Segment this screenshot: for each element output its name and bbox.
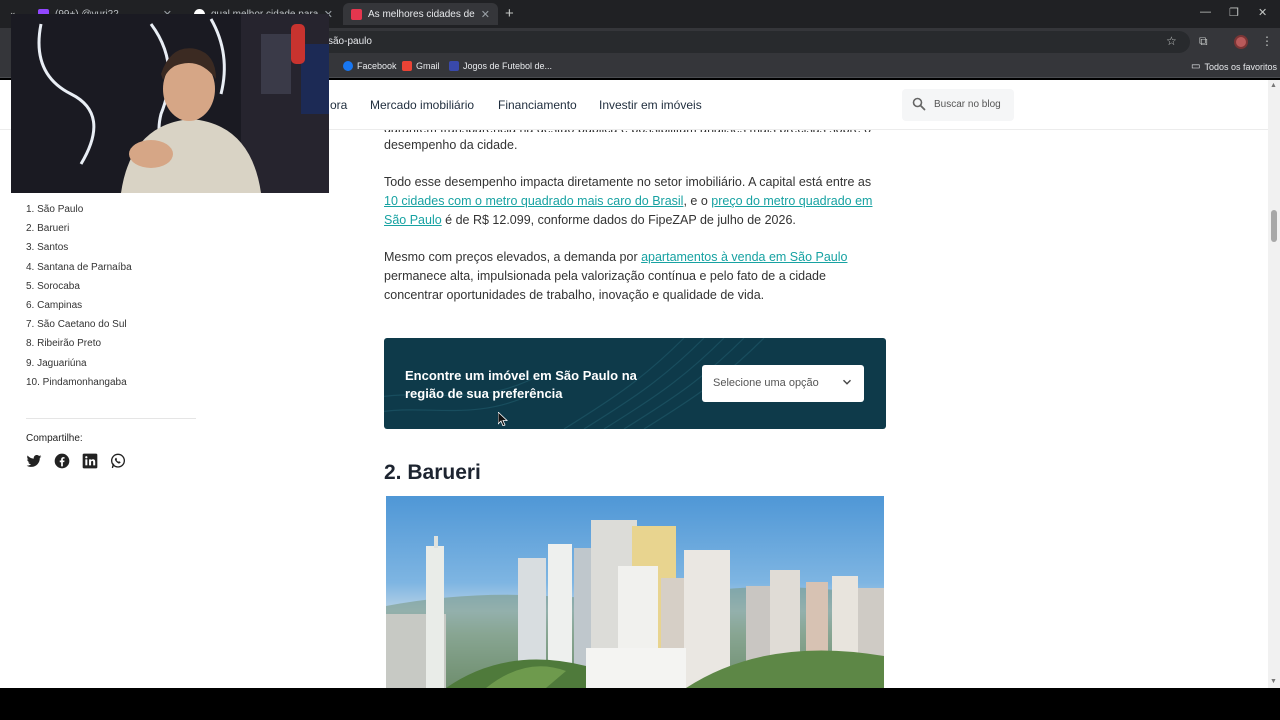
url-text[interactable]: são-paulo bbox=[328, 36, 372, 47]
bookmark-star-icon[interactable]: ☆ bbox=[1166, 34, 1177, 48]
scroll-down-icon[interactable]: ▼ bbox=[1270, 678, 1277, 685]
paragraph-1-end: desempenho da cidade. bbox=[384, 138, 518, 152]
bottom-black-bar bbox=[0, 688, 1280, 720]
folder-icon: ▭ bbox=[1191, 61, 1201, 72]
scroll-up-icon[interactable]: ▲ bbox=[1270, 82, 1277, 89]
close-icon[interactable]: ✕ bbox=[481, 8, 490, 21]
bookmark-facebook[interactable]: Facebook bbox=[343, 61, 397, 71]
menu-kebab-icon[interactable]: ⋮ bbox=[1261, 34, 1273, 48]
tab-active-article[interactable]: As melhores cidades de São Pa ✕ bbox=[343, 3, 498, 25]
barueri-city-photo bbox=[386, 496, 884, 688]
extensions-icon[interactable]: ⧉ bbox=[1199, 34, 1208, 49]
toc-item-barueri[interactable]: 2. Barueri bbox=[26, 223, 132, 242]
toc-item-santos[interactable]: 3. Santos bbox=[26, 242, 132, 261]
page-scrollbar[interactable]: ▲ ▼ bbox=[1268, 80, 1280, 688]
all-favorites-folder[interactable]: ▭ Todos os favoritos bbox=[1191, 61, 1277, 72]
share-label: Compartilhe: bbox=[26, 433, 83, 444]
toc-item-campinas[interactable]: 6. Campinas bbox=[26, 300, 132, 319]
link-apartamentos-venda[interactable]: apartamentos à venda em São Paulo bbox=[641, 250, 847, 264]
bookmark-jogos[interactable]: Jogos de Futebol de... bbox=[449, 61, 552, 71]
skyline-illustration bbox=[386, 520, 884, 688]
address-bar[interactable]: são-paulo bbox=[260, 31, 1190, 53]
profile-avatar[interactable] bbox=[1234, 35, 1248, 49]
webcam-overlay bbox=[11, 14, 329, 193]
minimize-icon[interactable]: — bbox=[1200, 6, 1211, 18]
link-10-cidades[interactable]: 10 cidades com o metro quadrado mais car… bbox=[384, 194, 683, 208]
property-search-banner: Encontre um imóvel em São Paulo na regiã… bbox=[384, 338, 886, 429]
article-body: desempenho da cidade. Todo esse desempen… bbox=[384, 120, 886, 323]
restore-icon[interactable]: ❐ bbox=[1229, 6, 1239, 19]
scrollbar-thumb[interactable] bbox=[1271, 210, 1277, 242]
toc-item-sorocaba[interactable]: 5. Sorocaba bbox=[26, 281, 132, 300]
share-icons bbox=[26, 453, 126, 469]
search-placeholder: Buscar no blog bbox=[934, 99, 1001, 110]
jogos-icon bbox=[449, 61, 459, 71]
table-of-contents: 1. São Paulo 2. Barueri 3. Santos 4. San… bbox=[26, 204, 132, 396]
gmail-icon bbox=[402, 61, 412, 71]
mouse-cursor-icon bbox=[498, 412, 508, 426]
chevron-down-icon bbox=[842, 379, 852, 385]
close-window-icon[interactable]: ✕ bbox=[1258, 6, 1267, 19]
nav-financiamento[interactable]: Financiamento bbox=[498, 98, 577, 112]
toc-item-santana-de-parnaiba[interactable]: 4. Santana de Parnaíba bbox=[26, 262, 132, 281]
toc-item-sao-paulo[interactable]: 1. São Paulo bbox=[26, 204, 132, 223]
region-select-dropdown[interactable]: Selecione uma opção bbox=[702, 365, 864, 402]
toc-item-jaguariuna[interactable]: 9. Jaguariúna bbox=[26, 358, 132, 377]
divider bbox=[26, 418, 196, 419]
bookmark-gmail[interactable]: Gmail bbox=[402, 61, 440, 71]
select-placeholder: Selecione uma opção bbox=[713, 377, 819, 389]
new-tab-icon[interactable]: + bbox=[505, 5, 514, 22]
facebook-icon bbox=[343, 61, 353, 71]
site-favicon-icon bbox=[351, 8, 362, 20]
banner-title: Encontre um imóvel em São Paulo na regiã… bbox=[405, 368, 637, 401]
nav-mercado-imobiliario[interactable]: Mercado imobiliário bbox=[370, 98, 474, 112]
webcam-person-scene bbox=[11, 14, 329, 193]
linkedin-icon[interactable] bbox=[82, 453, 98, 469]
toc-item-pindamonhangaba[interactable]: 10. Pindamonhangaba bbox=[26, 377, 132, 396]
facebook-icon[interactable] bbox=[54, 453, 70, 469]
paragraph-2: Todo esse desempenho impacta diretamente… bbox=[384, 175, 873, 227]
nav-link-partial[interactable]: ora bbox=[330, 98, 347, 112]
search-icon bbox=[912, 97, 926, 111]
twitter-icon[interactable] bbox=[26, 453, 42, 469]
blog-search-box[interactable]: Buscar no blog bbox=[902, 89, 1014, 121]
paragraph-3: Mesmo com preços elevados, a demanda por… bbox=[384, 250, 848, 302]
toc-item-ribeirao-preto[interactable]: 8. Ribeirão Preto bbox=[26, 338, 132, 357]
nav-investir-em-imoveis[interactable]: Investir em imóveis bbox=[599, 98, 702, 112]
whatsapp-icon[interactable] bbox=[110, 453, 126, 469]
section-heading-barueri: 2. Barueri bbox=[384, 461, 481, 484]
toc-item-sao-caetano[interactable]: 7. São Caetano do Sul bbox=[26, 319, 132, 338]
